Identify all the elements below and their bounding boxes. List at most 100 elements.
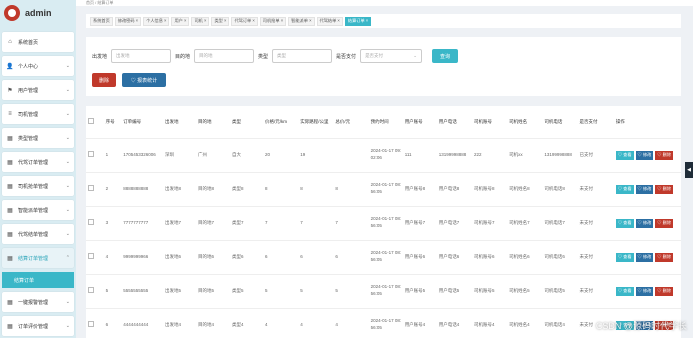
delete-row-button[interactable]: ♡ 删除	[655, 252, 674, 262]
table-cell: 4	[333, 308, 369, 338]
view-button[interactable]: ♡ 查看	[615, 286, 634, 296]
row-checkbox[interactable]	[88, 286, 94, 293]
table-cell: 广州	[195, 138, 231, 173]
table-row: 3 7777777777 出发地7 目的地7 类型7 7 7 7 2024-01-17 08:5…	[86, 206, 681, 241]
delete-row-button[interactable]: ♡ 删除	[655, 184, 674, 194]
sidebar-item[interactable]: ▦ 代驾订单管理 ⌄	[2, 152, 74, 172]
edit-button[interactable]: ♡ 修改	[635, 184, 654, 194]
edit-button[interactable]: ♡ 修改	[635, 218, 654, 228]
ops-cell: ♡ 查看 ♡ 修改 ♡ 删除	[613, 274, 681, 309]
table-cell: 未支付	[577, 240, 614, 275]
table-cell: 司机账号5	[471, 274, 508, 309]
chevron-icon: ⌄	[65, 135, 70, 141]
tab-item[interactable]: 类型 ×	[211, 16, 230, 26]
table-cell: 司机电话8	[542, 172, 578, 207]
start-label: 出发地	[92, 53, 108, 60]
table-cell: 用户账号5	[402, 274, 437, 309]
delete-row-button[interactable]: ♡ 删除	[655, 150, 674, 160]
table-cell: 用户电话7	[436, 206, 472, 241]
edit-button[interactable]: ♡ 修改	[635, 252, 654, 262]
table-cell: 2024-01-17 08:56:05	[368, 240, 403, 275]
table-cell: 目的地6	[195, 240, 231, 275]
sidebar-item[interactable]: ▦ 代驾结单管理 ⌄	[2, 224, 74, 244]
table-cell: 司机电话6	[542, 240, 578, 275]
tab-item[interactable]: 修改密码 ×	[114, 16, 142, 26]
tab-item[interactable]: 司机 ×	[191, 16, 210, 26]
table-cell: 5555555555	[121, 274, 163, 309]
collapse-arrow-icon[interactable]: ◀	[685, 162, 693, 178]
search-button[interactable]: 查询	[432, 49, 459, 63]
tab-item[interactable]: 智能派单 ×	[288, 16, 315, 26]
edit-button[interactable]: ♡ 修改	[635, 286, 654, 296]
sidebar-item-label: 用户管理	[18, 87, 39, 94]
sidebar-item[interactable]: ⌂ 系统首页	[2, 32, 74, 52]
row-checkbox[interactable]	[88, 184, 94, 191]
tab-item[interactable]: 代驾订单 ×	[231, 16, 258, 26]
edit-button[interactable]: ♡ 修改	[635, 150, 654, 160]
row-checkbox[interactable]	[88, 150, 94, 157]
select-all-checkbox[interactable]	[88, 118, 94, 125]
tab-item[interactable]: 用户 ×	[171, 16, 190, 26]
paid-select[interactable]: 是否支付 ⌄	[360, 49, 423, 63]
table-row: 4 9999999966 出发地6 目的地6 类型6 6 6 6 2024-01-17 08:5…	[86, 240, 681, 275]
column-header: 用户账号	[402, 106, 437, 139]
chevron-icon: ⌄	[65, 183, 70, 189]
destination-input[interactable]: 目的地	[194, 49, 255, 63]
delete-row-button[interactable]: ♡ 删除	[655, 286, 674, 296]
table-cell: 1	[103, 138, 122, 173]
sidebar-item-label: 智能派单管理	[18, 207, 49, 214]
paid-label: 是否支付	[336, 53, 357, 60]
sidebar-item[interactable]: 👤 个人中心 ⌄	[2, 56, 74, 76]
start-input[interactable]: 出发地	[111, 49, 172, 63]
table-cell: 司机姓名4	[507, 308, 543, 338]
tab-item[interactable]: 代驾结单 ×	[316, 16, 343, 26]
view-button[interactable]: ♡ 查看	[615, 150, 634, 160]
view-button[interactable]: ♡ 查看	[615, 184, 634, 194]
menu-icon: ▦	[7, 135, 13, 142]
row-checkbox-cell	[86, 172, 104, 207]
sidebar-item[interactable]: ▦ 结算订单管理 ⌃	[2, 248, 74, 268]
sidebar-subitem-settlement[interactable]: 结算订单	[2, 272, 74, 288]
chevron-icon: ⌄	[65, 159, 70, 165]
sidebar-item[interactable]: ▦ 智能派单管理 ⌄	[2, 200, 74, 220]
row-checkbox-cell	[86, 308, 104, 338]
table-cell: 19	[298, 138, 334, 173]
sidebar-item-label: 个人中心	[18, 63, 39, 70]
table-cell	[333, 138, 369, 173]
tab-item[interactable]: 个人信息 ×	[143, 16, 170, 26]
sidebar-item[interactable]: ▦ 一键报警管理 ⌄	[2, 292, 74, 312]
column-header: 是否支付	[577, 106, 614, 139]
tab-item[interactable]: 结算订单 ×	[344, 16, 372, 26]
menu-icon: ▦	[7, 255, 13, 262]
column-header: 实际路程/公里	[298, 106, 334, 139]
column-header[interactable]	[86, 106, 104, 139]
ops-cell: ♡ 查看 ♡ 修改 ♡ 删除	[613, 138, 681, 173]
stat-button[interactable]: ♡ 报表统计	[122, 73, 166, 87]
page-tabs: 系统首页 修改密码 × 个人信息 × 用户 × 司机 × 类型 × 代驾订单 × 司机抢单 ×…	[86, 14, 681, 28]
sidebar-item[interactable]: ▦ 司机抢单管理 ⌄	[2, 176, 74, 196]
sidebar-item-label: 代驾结单管理	[18, 231, 49, 238]
column-header: 预约时间	[368, 106, 403, 139]
table-cell: 13199998888	[542, 138, 578, 173]
sidebar-item[interactable]: ▦ 订单评价管理 ⌄	[2, 316, 74, 336]
sidebar-item[interactable]: ≡ 司机管理 ⌄	[2, 104, 74, 124]
row-checkbox[interactable]	[88, 252, 94, 259]
tab-item[interactable]: 司机抢单 ×	[259, 16, 287, 26]
ops-cell: ♡ 查看 ♡ 修改 ♡ 删除	[613, 240, 681, 275]
row-checkbox[interactable]	[88, 218, 94, 225]
sidebar-item[interactable]: ⚑ 用户管理 ⌄	[2, 80, 74, 100]
row-checkbox[interactable]	[88, 320, 94, 327]
delete-button[interactable]: 删除	[92, 73, 116, 87]
table-row: 6 4444444444 出发地4 目的地4 类型4 4 4 4 2024-01-17 08:5…	[86, 308, 681, 338]
menu-icon: ▦	[7, 159, 13, 166]
view-button[interactable]: ♡ 查看	[615, 252, 634, 262]
tab-item[interactable]: 系统首页	[90, 16, 113, 26]
sidebar-item[interactable]: ▦ 类型管理 ⌄	[2, 128, 74, 148]
table-row: 1 1705453326006 深圳 广州 自大 20 19 2024-01-17 09:02…	[86, 138, 681, 173]
type-input[interactable]: 类型	[272, 49, 333, 63]
top-bar: 首页 / 结算订单	[76, 0, 693, 6]
delete-row-button[interactable]: ♡ 删除	[655, 218, 674, 228]
action-row: 删除 ♡ 报表统计	[92, 73, 166, 87]
table-cell: 司机账号8	[471, 172, 508, 207]
view-button[interactable]: ♡ 查看	[615, 218, 634, 228]
